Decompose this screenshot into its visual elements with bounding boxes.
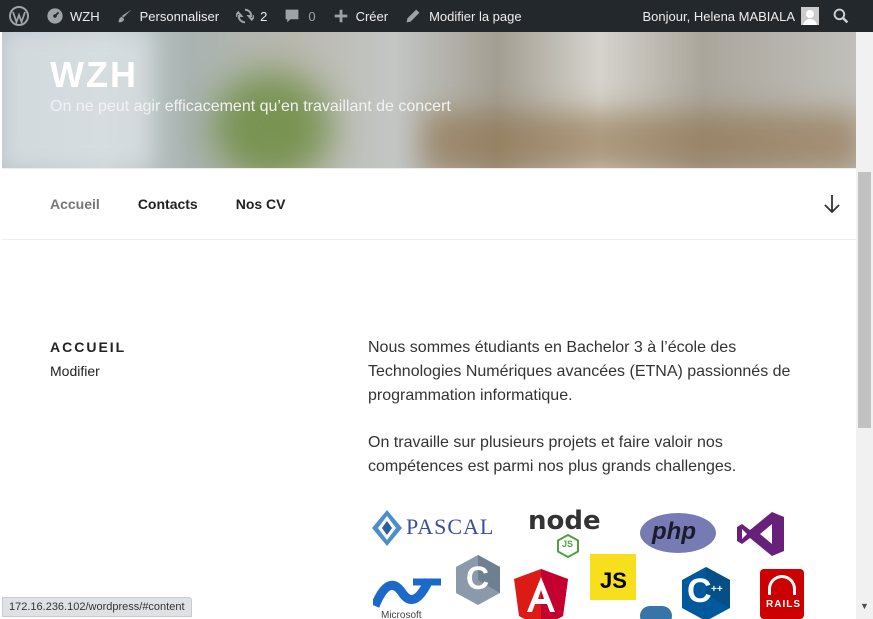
microsoft-text: Microsoft <box>381 610 422 619</box>
wordpress-icon <box>9 6 29 26</box>
microsoft-dotnet-logo: Microsoft <box>370 576 443 619</box>
header-image-plant <box>212 72 332 168</box>
comments-link[interactable]: 0 <box>274 0 322 32</box>
cpp-logo: C ++ <box>681 566 731 619</box>
dashboard-icon <box>47 8 63 24</box>
c-logo: C <box>455 554 501 606</box>
cpp-logo-text: C <box>687 572 712 610</box>
visual-studio-logo <box>736 510 786 558</box>
nav-item-accueil[interactable]: Accueil <box>50 196 100 212</box>
site-title[interactable]: WZH <box>50 54 138 96</box>
comment-icon <box>285 9 299 23</box>
edit-page-link[interactable]: Modifier la page <box>395 0 529 32</box>
php-logo-text: php <box>652 518 696 545</box>
account-menu[interactable]: Bonjour, Helena MABIALA <box>636 0 826 32</box>
admin-bar: WZH Personnaliser 2 0 Créer Modifier la … <box>0 0 873 32</box>
c-logo-text: C <box>466 560 490 596</box>
nav-item-nos-cv[interactable]: Nos CV <box>236 196 286 212</box>
plus-icon <box>334 9 347 23</box>
angular-logo <box>513 568 569 619</box>
page-title: ACCUEIL <box>50 339 127 355</box>
javascript-logo: JS <box>590 554 636 600</box>
search-button[interactable] <box>826 0 873 32</box>
site-description: On ne peut agir efficacement qu’en trava… <box>50 98 451 115</box>
updates-link[interactable]: 2 <box>226 0 274 32</box>
link-status-bar: 172.16.236.102/wordpress/#content <box>2 597 192 617</box>
scrollbar-thumb[interactable] <box>858 172 871 428</box>
node-logo-text: node <box>528 506 601 536</box>
updates-count: 2 <box>260 8 268 24</box>
nav-item-contacts[interactable]: Contacts <box>138 196 198 212</box>
avatar <box>801 7 819 25</box>
pencil-icon <box>406 9 420 23</box>
arrow-down-icon[interactable] <box>822 193 842 215</box>
greeting-label: Bonjour, Helena MABIALA <box>642 8 795 24</box>
wordpress-menu[interactable] <box>0 0 36 32</box>
site-header: WZH On ne peut agir efficacement qu’en t… <box>2 32 856 168</box>
customize-link[interactable]: Personnaliser <box>107 0 227 32</box>
main-navigation: Accueil Contacts Nos CV <box>2 168 856 240</box>
comments-count: 0 <box>308 8 316 24</box>
pascal-logo: PASCAL <box>368 508 493 548</box>
create-menu[interactable]: Créer <box>323 0 396 32</box>
site-name-menu[interactable]: WZH <box>36 0 107 32</box>
nodejs-logo: node JS <box>528 506 610 558</box>
site-name-label: WZH <box>70 8 100 24</box>
status-url: 172.16.236.102/wordpress/#content <box>9 601 185 613</box>
python-logo <box>640 604 672 619</box>
intro-paragraph: Nous sommes étudiants en Bachelor 3 à l’… <box>368 339 791 404</box>
edit-link[interactable]: Modifier <box>50 363 100 379</box>
projects-paragraph: On travaille sur plusieurs projets et fa… <box>368 434 737 475</box>
customize-label: Personnaliser <box>139 8 220 24</box>
rails-logo: RAILS <box>760 569 804 619</box>
create-label: Créer <box>355 8 389 24</box>
rails-logo-text: RAILS <box>766 599 801 610</box>
visual-studio-icon <box>737 512 784 556</box>
php-logo: php <box>640 513 716 553</box>
pascal-logo-text: PASCAL <box>406 514 495 539</box>
brush-icon <box>118 9 132 23</box>
header-image-desk <box>422 112 856 168</box>
angular-shield-icon <box>514 569 568 619</box>
edit-page-label: Modifier la page <box>429 8 522 24</box>
node-js-text: JS <box>562 539 574 549</box>
cpp-plus-text: ++ <box>711 584 723 595</box>
pascal-diamond-icon <box>372 510 402 546</box>
search-icon <box>833 8 849 24</box>
refresh-icon <box>236 8 255 24</box>
scroll-down-arrow-icon[interactable]: ▼ <box>858 601 871 613</box>
dotnet-wave-icon <box>370 578 441 608</box>
js-logo-text: JS <box>600 568 627 593</box>
